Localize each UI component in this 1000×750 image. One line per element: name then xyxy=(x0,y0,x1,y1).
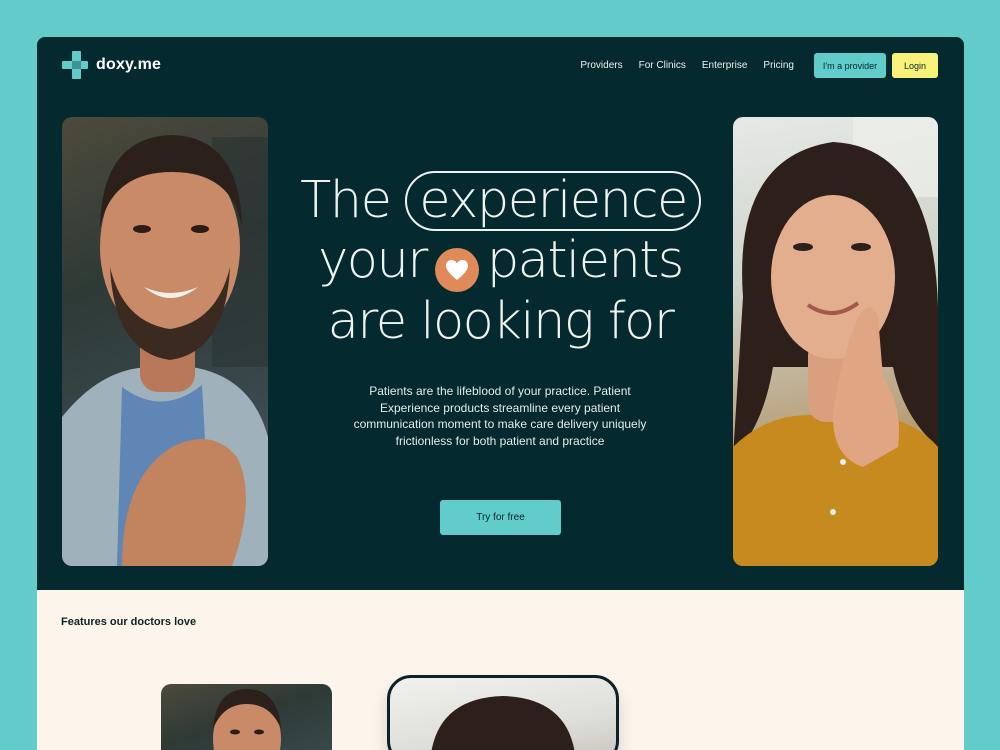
feature-doctor-illustration xyxy=(213,689,281,750)
hero-subtext: Patients are the lifeblood of your pract… xyxy=(353,384,647,448)
hero-section: doxy.me Providers For Clinics Enterprise… xyxy=(37,37,964,590)
nav-link-providers[interactable]: Providers xyxy=(580,60,622,71)
headline-word-the: The xyxy=(300,171,392,230)
headline-word-your: your xyxy=(318,231,428,290)
page-frame: doxy.me Providers For Clinics Enterprise… xyxy=(37,37,964,750)
headline-highlight-pill: experience xyxy=(405,171,701,231)
doctor-photo xyxy=(62,117,268,566)
features-title: Features our doctors love xyxy=(61,616,197,628)
feature-patient-illustration xyxy=(431,696,575,750)
heart-icon xyxy=(434,248,479,292)
login-button[interactable]: Login xyxy=(892,53,938,78)
feature-doctor-photo xyxy=(161,684,332,750)
try-for-free-button[interactable]: Try for free xyxy=(440,500,561,535)
nav-link-enterprise[interactable]: Enterprise xyxy=(702,60,748,71)
nav-link-pricing[interactable]: Pricing xyxy=(763,60,794,71)
logo[interactable]: doxy.me xyxy=(62,51,161,79)
doctor-illustration xyxy=(62,135,268,566)
patient-photo xyxy=(733,117,938,566)
main-nav: Providers For Clinics Enterprise Pricing xyxy=(580,60,794,71)
provider-button[interactable]: I'm a provider xyxy=(814,53,886,78)
feature-patient-photo xyxy=(387,675,619,750)
headline-line-3: are looking for xyxy=(327,292,675,351)
plus-cross-logo-icon xyxy=(62,51,88,79)
features-section: Features our doctors love xyxy=(37,590,964,750)
brand-name: doxy.me xyxy=(96,56,162,73)
nav-link-for-clinics[interactable]: For Clinics xyxy=(639,60,686,71)
hero-headline: The experience your patients are looking … xyxy=(267,171,734,351)
patient-illustration xyxy=(733,117,938,566)
headline-word-patients: patients xyxy=(486,231,685,290)
